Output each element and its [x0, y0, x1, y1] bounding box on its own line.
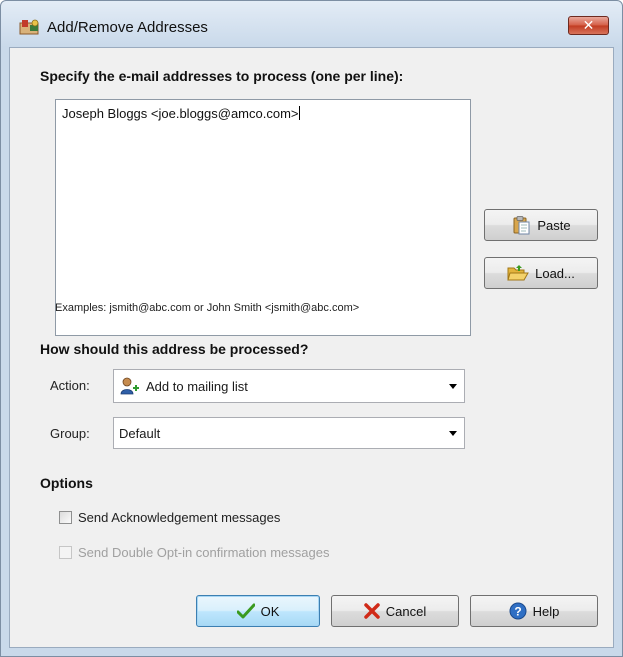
help-button[interactable]: ? Help	[470, 595, 598, 627]
text-caret	[298, 106, 300, 120]
add-user-icon	[120, 377, 139, 395]
load-button[interactable]: Load...	[484, 257, 598, 289]
dialog-window: Add/Remove Addresses ✕ Specify the e-mai…	[0, 0, 623, 657]
addresses-text: Joseph Bloggs <joe.bloggs@amco.com>	[62, 106, 299, 121]
load-label: Load...	[535, 265, 575, 281]
ok-label: OK	[260, 603, 280, 619]
help-icon: ?	[509, 602, 527, 620]
cancel-label: Cancel	[385, 603, 427, 619]
acknowledgement-label[interactable]: Send Acknowledgement messages	[78, 510, 280, 525]
close-button[interactable]: ✕	[568, 16, 609, 35]
checkmark-icon	[236, 603, 255, 619]
processing-heading: How should this address be processed?	[40, 341, 309, 357]
double-optin-checkbox	[59, 546, 72, 559]
help-label: Help	[532, 603, 560, 619]
clipboard-icon	[513, 216, 530, 235]
app-icon	[19, 19, 39, 35]
svg-text:?: ?	[514, 605, 521, 619]
options-heading: Options	[40, 475, 93, 491]
addresses-heading: Specify the e-mail addresses to process …	[40, 68, 404, 84]
chevron-down-icon	[449, 431, 457, 436]
dialog-body: Specify the e-mail addresses to process …	[9, 47, 614, 648]
ok-button[interactable]: OK	[196, 595, 320, 627]
chevron-down-icon	[449, 384, 457, 389]
double-optin-label: Send Double Opt-in confirmation messages	[78, 545, 330, 560]
open-folder-icon	[507, 265, 529, 281]
addresses-textarea[interactable]: Joseph Bloggs <joe.bloggs@amco.com>	[55, 99, 471, 336]
group-value: Default	[119, 425, 161, 441]
paste-button[interactable]: Paste	[484, 209, 598, 241]
paste-label: Paste	[537, 217, 571, 233]
cancel-button[interactable]: Cancel	[331, 595, 459, 627]
close-icon: ✕	[582, 17, 595, 33]
title-bar[interactable]: Add/Remove Addresses ✕	[1, 1, 622, 47]
action-label: Action:	[50, 378, 90, 393]
group-label: Group:	[50, 426, 90, 441]
acknowledgement-checkbox[interactable]	[59, 511, 72, 524]
action-value: Add to mailing list	[146, 378, 248, 394]
window-title: Add/Remove Addresses	[47, 19, 208, 36]
action-dropdown[interactable]: Add to mailing list	[113, 369, 465, 403]
cancel-x-icon	[364, 603, 380, 619]
group-dropdown[interactable]: Default	[113, 417, 465, 449]
examples-hint: Examples: jsmith@abc.com or John Smith <…	[55, 302, 360, 314]
